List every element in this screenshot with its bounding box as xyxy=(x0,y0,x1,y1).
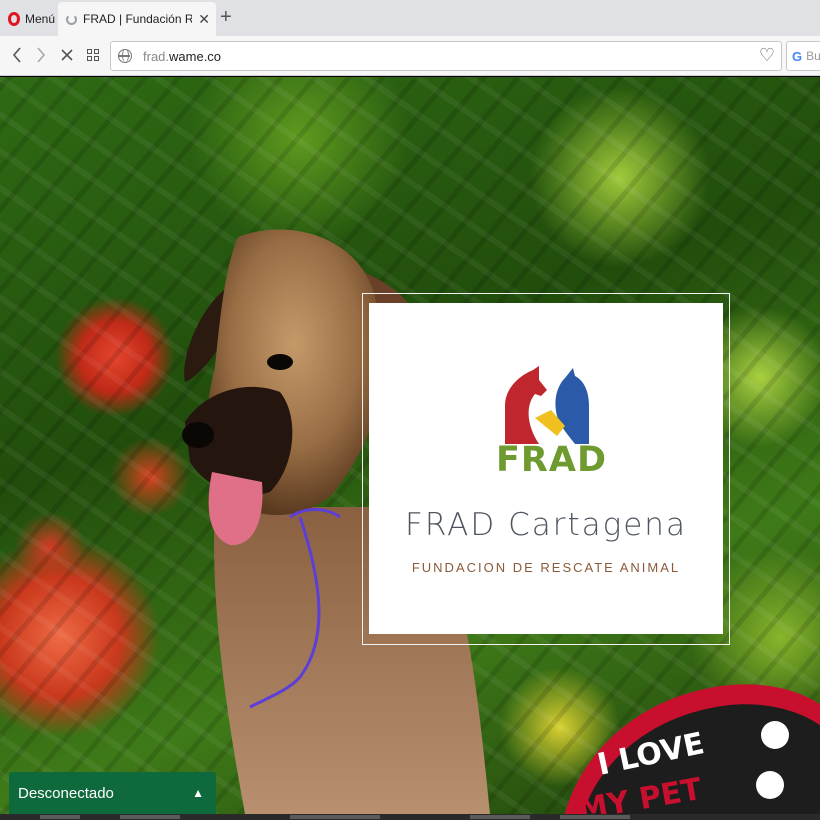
stop-icon xyxy=(61,49,73,61)
search-field[interactable]: G Bu xyxy=(786,41,820,71)
chevron-right-icon xyxy=(37,47,46,63)
stop-button[interactable] xyxy=(56,44,78,66)
connection-status-bar[interactable]: Desconectado ▲ xyxy=(9,772,216,814)
grid-icon xyxy=(87,49,99,61)
org-subtitle: FUNDACION DE RESCATE ANIMAL xyxy=(411,560,681,575)
opera-menu-button[interactable]: Menú xyxy=(4,6,59,32)
page-viewport: I LOVE MY PET FRAD FRAD Cartagena FUNDAC… xyxy=(0,77,820,814)
forward-button[interactable] xyxy=(30,44,52,66)
url-text: frad.wame.co xyxy=(143,49,222,64)
address-field[interactable]: frad.wame.co ♡ xyxy=(110,41,782,71)
loading-spinner-icon xyxy=(66,13,77,25)
back-button[interactable] xyxy=(6,44,28,66)
chevron-up-icon[interactable]: ▲ xyxy=(192,786,204,800)
status-label: Desconectado xyxy=(18,784,114,802)
speed-dial-button[interactable] xyxy=(82,44,104,66)
address-toolbar: frad.wame.co ♡ G Bu xyxy=(0,36,820,76)
search-placeholder: Bu xyxy=(806,49,820,63)
tab-frad[interactable]: FRAD | Fundación Rescate ✕ xyxy=(58,2,216,36)
plus-icon: + xyxy=(220,6,232,28)
opera-logo-icon xyxy=(8,12,20,26)
org-title: FRAD Cartagena xyxy=(405,507,687,543)
os-taskbar xyxy=(0,814,820,820)
frad-logo-icon xyxy=(505,366,589,444)
cap-photo: I LOVE MY PET xyxy=(564,684,820,814)
globe-icon xyxy=(118,49,132,63)
frad-logo-text: FRAD xyxy=(496,440,607,480)
chevron-left-icon xyxy=(12,47,21,63)
tab-title: FRAD | Fundación Rescate xyxy=(83,12,193,26)
heart-icon[interactable]: ♡ xyxy=(759,45,775,66)
tab-strip: Menú FRAD | Fundación Rescate ✕ + xyxy=(0,0,820,36)
logo-card: FRAD FRAD Cartagena FUNDACION DE RESCATE… xyxy=(369,303,723,634)
close-icon[interactable]: ✕ xyxy=(198,11,210,28)
menu-label: Menú xyxy=(25,12,56,26)
new-tab-button[interactable]: + xyxy=(220,6,232,28)
google-g-icon: G xyxy=(792,48,803,64)
